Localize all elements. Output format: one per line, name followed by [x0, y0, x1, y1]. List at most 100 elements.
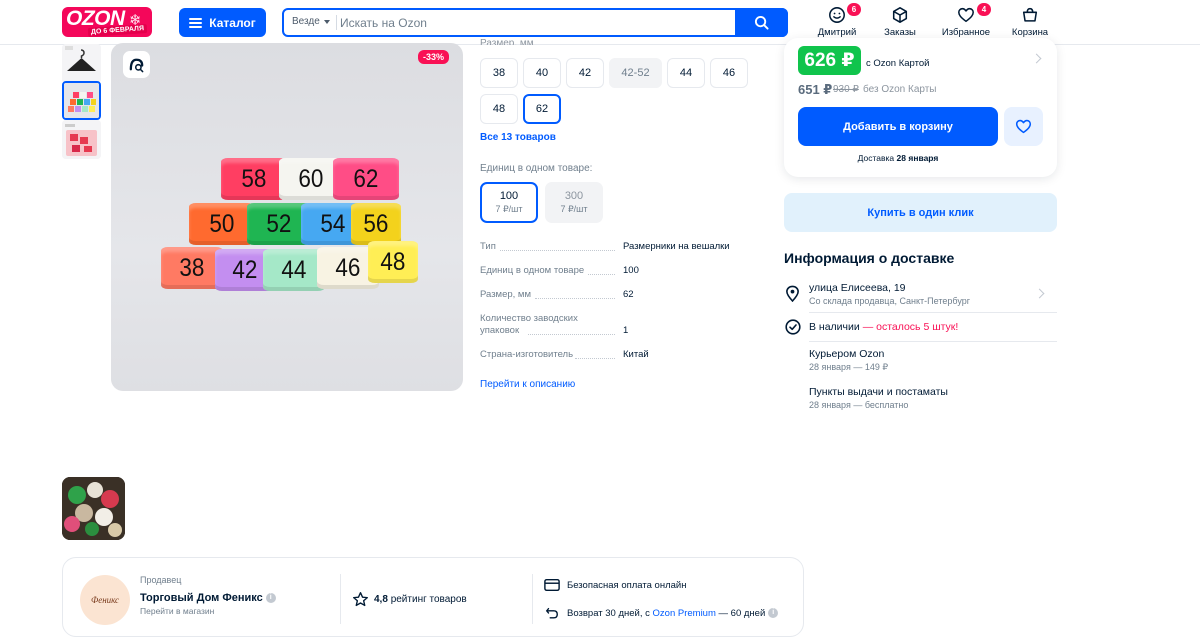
- price-note: без Ozon Карты: [863, 84, 937, 95]
- size-label-cropped: Размер, мм: [480, 38, 534, 45]
- gallery-thumbnail[interactable]: [62, 44, 101, 83]
- nav-profile[interactable]: Дмитрий 6: [817, 3, 861, 38]
- chevron-down-icon: [323, 19, 330, 24]
- search-input[interactable]: [340, 13, 720, 33]
- cart-icon: [1022, 7, 1038, 22]
- courier-sub: 28 января — 149 ₽: [809, 362, 889, 372]
- ozon-premium-link[interactable]: Ozon Premium: [653, 608, 716, 619]
- package-thumbnail-image: [62, 120, 101, 159]
- all-variants-link[interactable]: Все 13 товаров: [480, 132, 556, 143]
- address-text: улица Елисеева, 19: [809, 282, 906, 294]
- add-to-favorites-button[interactable]: [1004, 107, 1043, 146]
- image-search-button[interactable]: [123, 51, 150, 78]
- search-icon: [754, 15, 769, 30]
- star-icon: [353, 592, 368, 607]
- nav-cart[interactable]: Корзина: [1010, 6, 1050, 38]
- seller-rating: 4,8 рейтинг товаров: [374, 594, 467, 605]
- hanger-thumbnail-image: [62, 44, 101, 83]
- nav-orders-label: Заказы: [884, 27, 916, 38]
- search-bar: Везде: [282, 8, 788, 37]
- spec-key: Единиц в одном товаре: [480, 265, 585, 276]
- spec-value: 100: [623, 265, 639, 276]
- rating-label: рейтинг товаров: [390, 594, 467, 605]
- size-ring: 50: [189, 203, 254, 245]
- delivery-pickup: Пункты выдачи и постаматы 28 января — бе…: [809, 386, 948, 410]
- ozon-card-price: 626 ₽: [798, 46, 861, 75]
- nav-profile-label: Дмитрий: [817, 27, 857, 38]
- profile-badge: 6: [847, 3, 861, 16]
- search-scope-label: Везде: [292, 16, 320, 27]
- gallery-thumbnail-active[interactable]: [62, 81, 101, 120]
- size-ring: 44: [263, 249, 325, 291]
- seller-name: Торговый Дом Феникс: [140, 592, 263, 604]
- return-icon: [545, 607, 558, 619]
- size-option[interactable]: 44: [667, 58, 705, 88]
- heart-icon: [1015, 119, 1032, 134]
- buy-one-click-button[interactable]: Купить в один клик: [784, 193, 1057, 232]
- stock-warning: — осталось 5 штук!: [862, 321, 959, 333]
- catalog-button[interactable]: Каталог: [179, 8, 266, 37]
- rings-thumbnail-image: [64, 83, 99, 118]
- spec-value: 1: [623, 325, 629, 336]
- credit-card-icon: [544, 578, 560, 592]
- customer-photo-thumbnail[interactable]: [62, 477, 125, 540]
- seller-store-link[interactable]: Перейти в магазин: [140, 606, 214, 616]
- ozon-logo[interactable]: OZON ДО 6 ФЕВРАЛЯ ❄: [62, 7, 152, 37]
- nav-favorites-label: Избранное: [941, 27, 991, 38]
- seller-label: Продавец: [140, 575, 182, 585]
- units-value: 100: [499, 190, 519, 202]
- nav-cart-label: Корзина: [1011, 27, 1049, 38]
- delivery-address[interactable]: улица Елисеева, 19 Со склада продавца, С…: [809, 282, 970, 306]
- pickup-sub: 28 января — бесплатно: [809, 400, 909, 410]
- menu-icon: [189, 17, 203, 28]
- customer-photo-image: [62, 477, 125, 540]
- divider: [809, 341, 1057, 342]
- nav-orders[interactable]: Заказы: [880, 6, 920, 38]
- units-option[interactable]: 300 7 ₽/шт: [545, 182, 603, 223]
- size-ring: 62: [333, 158, 399, 200]
- info-icon[interactable]: i: [265, 593, 276, 604]
- stock-status: В наличии — осталось 5 штук!: [809, 321, 958, 333]
- size-option-unavailable[interactable]: 42-52: [609, 58, 662, 88]
- location-pin-icon: [786, 285, 799, 302]
- seller-name-row[interactable]: Торговый Дом Феникс i: [140, 592, 276, 604]
- spec-key: Тип: [480, 241, 496, 252]
- search-button[interactable]: [735, 8, 788, 37]
- add-to-cart-button[interactable]: Добавить в корзину: [798, 107, 998, 146]
- chevron-right-icon[interactable]: [1034, 288, 1045, 299]
- ozon-card-label: c Ozon Картой: [866, 58, 930, 69]
- size-option[interactable]: 38: [480, 58, 518, 88]
- divider: [532, 574, 533, 624]
- size-ring: 56: [351, 203, 401, 245]
- size-option-selected[interactable]: 62: [523, 94, 561, 124]
- spec-value: 62: [623, 289, 634, 300]
- size-ring: 38: [161, 247, 223, 289]
- size-option[interactable]: 40: [523, 58, 561, 88]
- check-circle-icon: [785, 319, 801, 335]
- size-ring: 48: [368, 241, 418, 283]
- delivery-prefix: Доставка: [857, 153, 895, 163]
- product-main-photo[interactable]: 58 60 62 50 52 54 56 38 42 44 46 48: [111, 43, 463, 391]
- return-prefix: Возврат 30 дней, с: [567, 608, 650, 619]
- profile-icon: [829, 7, 845, 23]
- old-price: 930 ₽: [833, 84, 859, 95]
- units-label: Единиц в одном товаре:: [480, 163, 593, 174]
- size-option[interactable]: 48: [480, 94, 518, 124]
- search-scope-select[interactable]: Везде: [292, 16, 330, 27]
- size-option[interactable]: 46: [710, 58, 748, 88]
- delivery-courier: Курьером Ozon 28 января — 149 ₽: [809, 348, 888, 373]
- size-option[interactable]: 42: [566, 58, 604, 88]
- spec-key: Количество заводских упаковок: [480, 313, 578, 336]
- courier-label: Курьером Ozon: [809, 348, 885, 360]
- pickup-label: Пункты выдачи и постаматы: [809, 386, 948, 398]
- gallery-thumbnail[interactable]: [62, 120, 101, 159]
- seller-logo[interactable]: Феникс: [80, 575, 130, 625]
- description-link[interactable]: Перейти к описанию: [480, 379, 575, 390]
- info-icon[interactable]: i: [768, 608, 779, 619]
- spec-key: Размер, мм: [480, 289, 531, 300]
- units-option-selected[interactable]: 100 7 ₽/шт: [480, 182, 538, 223]
- search-divider: [336, 15, 337, 30]
- units-price: 7 ₽/шт: [495, 204, 523, 214]
- nav-favorites[interactable]: Избранное 4: [940, 3, 992, 38]
- heart-icon: [958, 7, 974, 23]
